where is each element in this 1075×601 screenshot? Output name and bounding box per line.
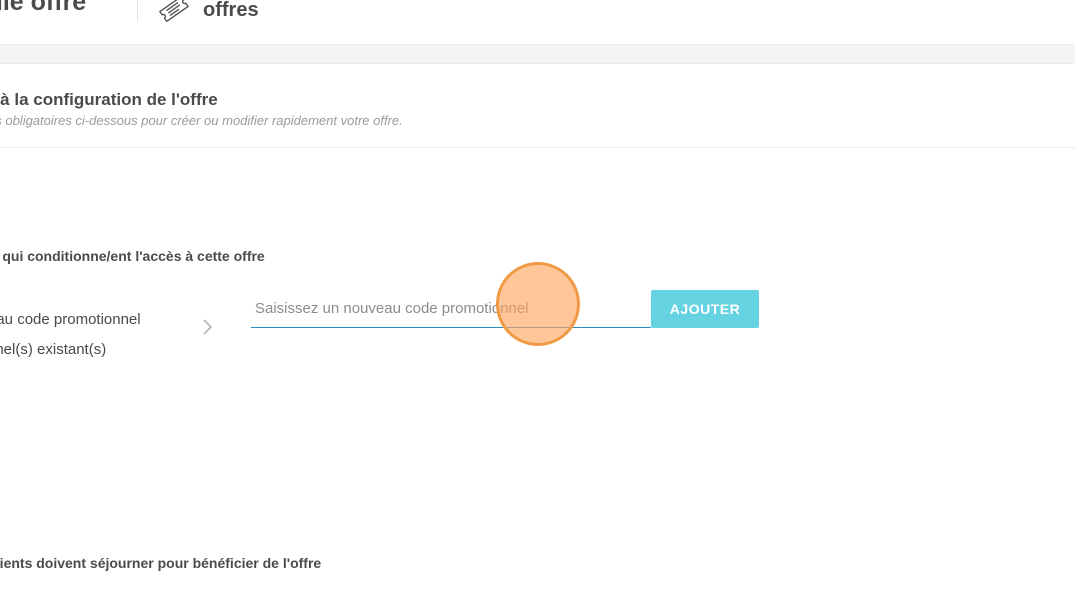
section-divider <box>0 147 1075 148</box>
header-band <box>0 44 1075 64</box>
page-title: elle offre <box>0 0 87 16</box>
promo-code-input[interactable] <box>251 290 651 328</box>
chevron-right-icon[interactable] <box>201 318 213 336</box>
section-label: offres <box>203 0 259 21</box>
header-divider <box>137 0 138 22</box>
add-button[interactable]: AJOUTER <box>651 290 759 328</box>
option-new-promo-code[interactable]: eau code promotionnel <box>0 311 141 328</box>
config-subtitle: ps obligatoires ci-dessous pour créer ou… <box>0 113 403 128</box>
config-title: s à la configuration de l'offre <box>0 90 218 109</box>
page-header: elle offre offres <box>0 0 1075 44</box>
promo-code-heading: s) qui conditionne/ent l'accès à cette o… <box>0 248 265 264</box>
ticket-icon <box>158 0 190 22</box>
stay-heading: clients doivent séjourner pour bénéficie… <box>0 555 322 571</box>
option-existing-promo-codes[interactable]: nnel(s) existant(s) <box>0 341 106 358</box>
offer-config-page: elle offre offres s à la configuration d… <box>0 0 1075 601</box>
